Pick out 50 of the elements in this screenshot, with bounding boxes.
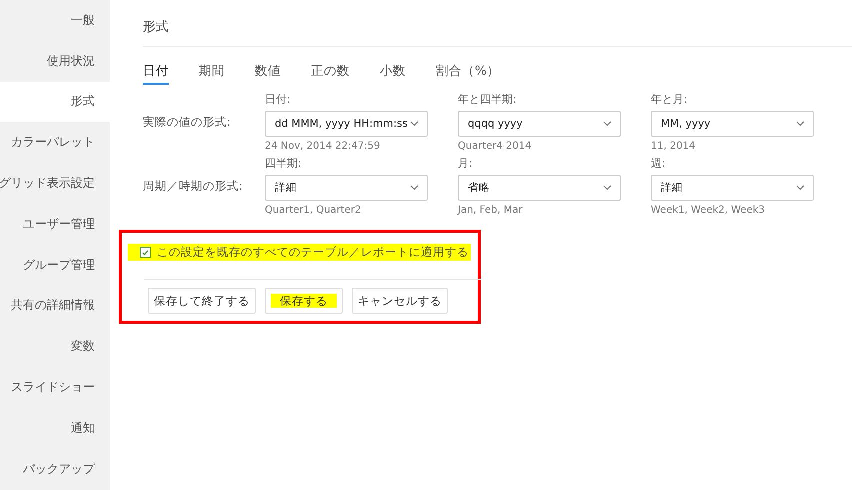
chevron-down-icon [796, 121, 805, 127]
sidebar-item[interactable]: 共有の詳細情報 [0, 286, 110, 326]
format-example: Week1, Week2, Week3 [651, 205, 766, 216]
sidebar-item[interactable]: スライドショー [0, 367, 110, 408]
sidebar-item[interactable]: 通知 [0, 408, 110, 449]
tab[interactable]: 数値 [255, 61, 281, 85]
format-example: Quarter4 2014 [458, 141, 533, 152]
chevron-down-icon [603, 121, 612, 127]
format-example: Jan, Feb, Mar [458, 205, 524, 216]
row-label: 実際の値の形式: [143, 114, 232, 130]
tab[interactable]: 正の数 [311, 61, 350, 85]
field-label: 年と四半期: [458, 92, 518, 107]
row-label: 周期／時期の形式: [143, 178, 244, 194]
chevron-down-icon [796, 185, 805, 191]
sidebar-item[interactable]: カラーパレット [0, 122, 110, 164]
sidebar-item[interactable]: バックアップ [0, 448, 110, 490]
format-example: 11, 2014 [651, 141, 697, 152]
field-label: 日付: [265, 92, 292, 107]
section-title: 形式 [143, 18, 852, 47]
format-dropdown[interactable]: MM, yyyy [651, 111, 814, 137]
tab[interactable]: 期間 [199, 61, 225, 85]
sidebar-item[interactable]: 使用状況 [0, 40, 110, 82]
check-icon [142, 250, 149, 256]
action-button[interactable]: 保存する [265, 288, 343, 314]
sidebar-item[interactable]: グリッド表示設定 [0, 163, 110, 204]
apply-all-checkbox[interactable]: この設定を既存のすべてのテーブル／レポートに適用する [128, 244, 471, 261]
format-example: 24 Nov, 2014 22:47:59 [265, 141, 382, 152]
field-label: 週: [651, 156, 667, 171]
field-label: 年と月: [651, 92, 689, 107]
format-dropdown[interactable]: 詳細 [651, 175, 814, 201]
tab[interactable]: 割合（%） [436, 61, 500, 85]
tab[interactable]: 小数 [380, 61, 406, 85]
format-dropdown[interactable]: 詳細 [265, 175, 428, 201]
sidebar-item[interactable]: 一般 [0, 0, 110, 41]
format-dropdown[interactable]: qqqq yyyy [458, 111, 621, 137]
format-dropdown[interactable]: dd MMM, yyyy HH:mm:ss [265, 111, 428, 137]
chevron-down-icon [410, 121, 419, 127]
tab[interactable]: 日付 [143, 61, 169, 85]
action-button[interactable]: 保存して終了する [148, 288, 256, 314]
format-dropdown[interactable]: 省略 [458, 175, 621, 201]
field-label: 月: [458, 156, 474, 171]
chevron-down-icon [603, 185, 612, 191]
field-label: 四半期: [265, 156, 303, 171]
format-example: Quarter1, Quarter2 [265, 205, 362, 216]
sidebar-item[interactable]: 形式 [0, 82, 110, 122]
sidebar-item[interactable]: 変数 [0, 326, 110, 368]
chevron-down-icon [410, 185, 419, 191]
sidebar-item[interactable]: グループ管理 [0, 244, 110, 286]
sidebar-item[interactable]: ユーザー管理 [0, 204, 110, 245]
action-button[interactable]: キャンセルする [352, 288, 448, 314]
